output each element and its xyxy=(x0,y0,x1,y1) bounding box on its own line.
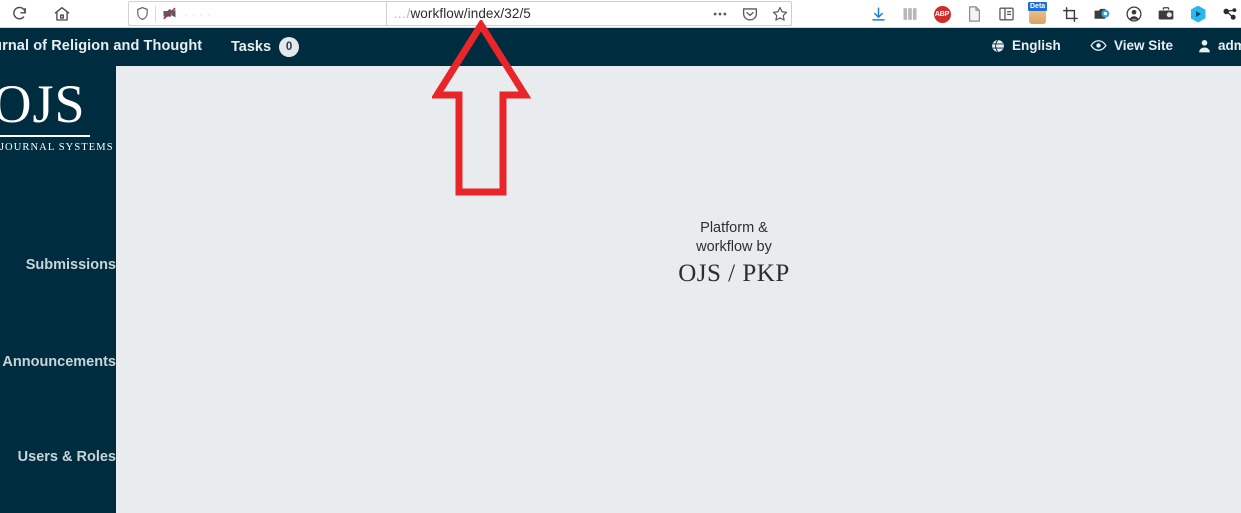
molecule-icon[interactable] xyxy=(1214,0,1241,28)
bookmark-star-icon[interactable] xyxy=(766,1,794,27)
sidebar-item-announcements[interactable]: Announcements xyxy=(0,354,116,370)
tasks-label: Tasks xyxy=(231,39,272,55)
camera-capture-icon[interactable] xyxy=(1086,0,1118,28)
adblock-plus-icon[interactable]: ABP xyxy=(926,0,958,28)
eye-icon xyxy=(1090,39,1107,52)
sidebar-item-label: Users & Roles xyxy=(17,449,116,465)
pocket-icon[interactable] xyxy=(736,1,764,27)
sidebar-item-users-roles[interactable]: Users & Roles xyxy=(0,449,116,465)
platform-credit: Platform & workflow by OJS / PKP xyxy=(644,219,824,289)
reload-icon[interactable] xyxy=(2,1,36,27)
ojs-logo-mark: OJS xyxy=(0,75,90,137)
platform-credit-line2: workflow by xyxy=(696,239,772,255)
camera-blocked-icon[interactable] xyxy=(156,6,182,22)
browser-extensions-strip: ABP Deta xyxy=(862,0,1241,28)
sidebar-item-label: Submissions xyxy=(25,257,116,273)
briefcase-icon[interactable] xyxy=(1150,0,1182,28)
account-circle-icon[interactable] xyxy=(1118,0,1150,28)
view-site-label: View Site xyxy=(1114,38,1174,53)
deta-avatar-icon[interactable]: Deta xyxy=(1022,0,1054,28)
platform-credit-brand: OJS / PKP xyxy=(678,260,790,287)
shield-icon[interactable] xyxy=(129,5,155,22)
deta-badge-label: Deta xyxy=(1028,2,1048,11)
ojs-header-bar: Journal of Religion and Thought Tasks 0 … xyxy=(0,28,1241,66)
journal-title: Journal of Religion and Thought xyxy=(0,38,203,54)
page-document-icon[interactable] xyxy=(958,0,990,28)
ojs-logo[interactable]: OJS OPEN JOURNAL SYSTEMS xyxy=(0,75,114,153)
sidebar-panel-icon[interactable] xyxy=(990,0,1022,28)
user-menu[interactable]: admin xyxy=(1198,38,1241,53)
ojs-logo-subtitle: OPEN JOURNAL SYSTEMS xyxy=(0,142,114,153)
user-label: admin xyxy=(1218,38,1241,53)
crop-icon[interactable] xyxy=(1054,0,1086,28)
sidebar-item-label: Announcements xyxy=(2,354,116,370)
url-value: workflow/index/32/5 xyxy=(410,6,531,21)
url-actions-group xyxy=(706,0,794,28)
url-prefix: …/ xyxy=(393,6,411,21)
platform-credit-line1: Platform & xyxy=(700,220,768,236)
sidebar-item-submissions[interactable]: Submissions xyxy=(0,257,116,273)
abp-badge-label: ABP xyxy=(933,5,951,23)
language-label: English xyxy=(1012,38,1061,53)
tasks-count-badge: 0 xyxy=(279,37,300,57)
language-switcher[interactable]: English xyxy=(991,38,1061,53)
main-content-area: Platform & workflow by OJS / PKP xyxy=(116,66,1241,513)
page-actions-icon[interactable] xyxy=(706,1,734,27)
sidebar-nav: OJS OPEN JOURNAL SYSTEMS Submissions Ann… xyxy=(0,66,116,513)
view-site-link[interactable]: View Site xyxy=(1090,38,1173,53)
user-icon xyxy=(1198,39,1211,53)
browser-search-pill[interactable]: · · · · xyxy=(128,1,390,26)
tasks-button[interactable]: Tasks 0 xyxy=(231,37,300,57)
library-icon[interactable] xyxy=(894,0,926,28)
home-icon[interactable] xyxy=(45,1,79,27)
search-pill-faint-text: · · · · xyxy=(184,6,212,21)
downloads-icon[interactable] xyxy=(862,0,894,28)
globe-icon xyxy=(991,39,1005,53)
blue-hexagon-icon[interactable] xyxy=(1182,0,1214,28)
url-text: …/workflow/index/32/5 xyxy=(393,6,531,21)
deta-face-shape xyxy=(1029,9,1046,24)
